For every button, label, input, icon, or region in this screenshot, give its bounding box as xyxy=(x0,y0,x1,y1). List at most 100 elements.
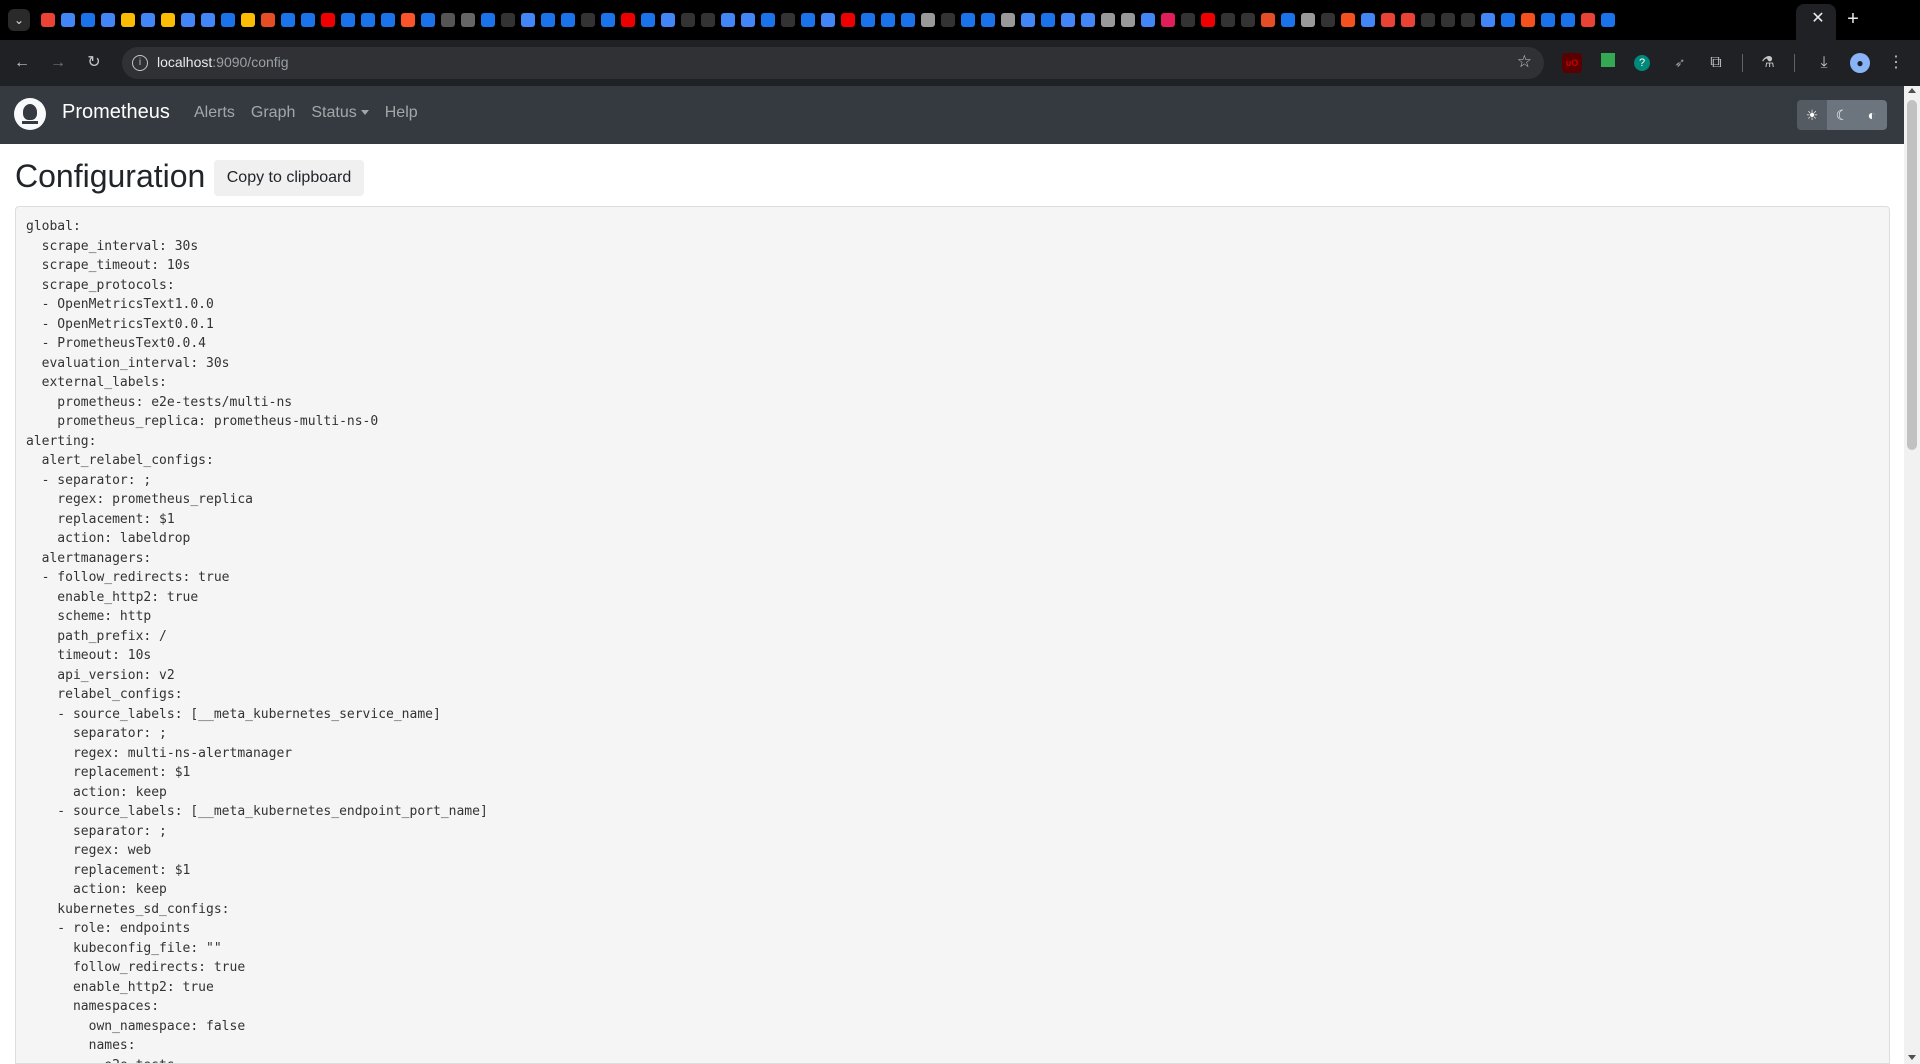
tab-favicon-icon[interactable] xyxy=(1541,13,1555,27)
scrollbar-thumb[interactable] xyxy=(1907,100,1917,450)
scroll-up-arrow-icon[interactable] xyxy=(1908,88,1916,93)
downloads-icon[interactable]: ⤓ xyxy=(1814,53,1834,73)
tab-favicon-icon[interactable] xyxy=(1101,13,1115,27)
tab-favicon-icon[interactable] xyxy=(981,13,995,27)
tab-favicon-icon[interactable] xyxy=(1221,13,1235,27)
tab-favicon-icon[interactable] xyxy=(121,13,135,27)
ublock-extension-icon[interactable]: uO xyxy=(1562,53,1582,73)
auto-theme-contrast-icon[interactable]: ◐ xyxy=(1857,100,1887,130)
tab-favicon-icon[interactable] xyxy=(921,13,935,27)
tab-favicon-icon[interactable] xyxy=(381,13,395,27)
brand-title[interactable]: Prometheus xyxy=(62,101,170,124)
close-tab-icon[interactable]: ✕ xyxy=(1808,9,1828,29)
profile-avatar-icon[interactable]: ● xyxy=(1850,53,1870,73)
light-theme-sun-icon[interactable]: ☀ xyxy=(1797,100,1827,130)
tab-favicon-icon[interactable] xyxy=(1441,13,1455,27)
tab-favicon-icon[interactable] xyxy=(1021,13,1035,27)
tab-favicon-icon[interactable] xyxy=(101,13,115,27)
bookmark-star-icon[interactable]: ☆ xyxy=(1517,52,1532,72)
tab-favicon-icon[interactable] xyxy=(1121,13,1135,27)
tab-favicon-icon[interactable] xyxy=(581,13,595,27)
url-text[interactable]: localhost:9090/config xyxy=(157,54,289,70)
tab-favicon-icon[interactable] xyxy=(761,13,775,27)
tab-favicon-icon[interactable] xyxy=(621,13,635,27)
tab-favicon-icon[interactable] xyxy=(1241,13,1255,27)
tab-favicon-icon[interactable] xyxy=(1581,13,1595,27)
tab-favicon-icon[interactable] xyxy=(1081,13,1095,27)
tab-favicon-icon[interactable] xyxy=(1281,13,1295,27)
sheets-extension-icon[interactable] xyxy=(1598,53,1618,73)
tab-favicon-icon[interactable] xyxy=(561,13,575,27)
tab-favicon-icon[interactable] xyxy=(1481,13,1495,27)
tab-favicon-icon[interactable] xyxy=(941,13,955,27)
tab-favicon-icon[interactable] xyxy=(1421,13,1435,27)
tab-favicon-icon[interactable] xyxy=(301,13,315,27)
address-bar[interactable]: i localhost:9090/config ☆ xyxy=(122,47,1544,79)
extensions-puzzle-icon[interactable]: ⧉ xyxy=(1706,53,1726,73)
tab-favicon-icon[interactable] xyxy=(481,13,495,27)
tab-favicon-icon[interactable] xyxy=(1141,13,1155,27)
new-tab-button[interactable]: + xyxy=(1842,8,1864,30)
tab-favicon-icon[interactable] xyxy=(1041,13,1055,27)
nav-alerts[interactable]: Alerts xyxy=(194,104,235,122)
tab-favicon-icon[interactable] xyxy=(1521,13,1535,27)
bird-extension-icon[interactable]: ➶ xyxy=(1670,53,1690,73)
nav-status-dropdown[interactable]: Status xyxy=(311,104,369,122)
tab-search-icon[interactable]: ⌄ xyxy=(8,9,30,31)
tab-favicon-icon[interactable] xyxy=(41,13,55,27)
tab-favicon-icon[interactable] xyxy=(501,13,515,27)
tab-favicon-icon[interactable] xyxy=(841,13,855,27)
tab-favicon-icon[interactable] xyxy=(261,13,275,27)
tab-favicon-icon[interactable] xyxy=(1361,13,1375,27)
tab-favicon-icon[interactable] xyxy=(201,13,215,27)
page-scrollbar[interactable] xyxy=(1904,86,1920,1064)
tab-favicon-icon[interactable] xyxy=(1201,13,1215,27)
tab-favicon-icon[interactable] xyxy=(661,13,675,27)
tab-favicon-icon[interactable] xyxy=(361,13,375,27)
tab-favicon-icon[interactable] xyxy=(601,13,615,27)
tab-favicon-icon[interactable] xyxy=(1401,13,1415,27)
tab-favicon-icon[interactable] xyxy=(341,13,355,27)
tab-favicon-icon[interactable] xyxy=(81,13,95,27)
tab-favicon-icon[interactable] xyxy=(701,13,715,27)
tab-favicon-icon[interactable] xyxy=(401,13,415,27)
tab-favicon-icon[interactable] xyxy=(241,13,255,27)
tab-favicon-icon[interactable] xyxy=(1461,13,1475,27)
browser-menu-icon[interactable]: ⋮ xyxy=(1886,53,1906,73)
tab-favicon-icon[interactable] xyxy=(1561,13,1575,27)
tab-favicon-icon[interactable] xyxy=(821,13,835,27)
copy-to-clipboard-button[interactable]: Copy to clipboard xyxy=(214,160,364,196)
tab-favicon-icon[interactable] xyxy=(221,13,235,27)
tab-favicon-icon[interactable] xyxy=(1501,13,1515,27)
config-yaml-block[interactable]: global: scrape_interval: 30s scrape_time… xyxy=(15,206,1890,1064)
site-info-icon[interactable]: i xyxy=(132,55,148,71)
tab-favicon-icon[interactable] xyxy=(1261,13,1275,27)
scroll-down-arrow-icon[interactable] xyxy=(1908,1055,1916,1060)
tab-favicon-icon[interactable] xyxy=(901,13,915,27)
tab-favicon-icon[interactable] xyxy=(1181,13,1195,27)
nav-graph[interactable]: Graph xyxy=(251,104,295,122)
tab-favicon-icon[interactable] xyxy=(1601,13,1615,27)
help-extension-icon[interactable]: ? xyxy=(1634,55,1650,71)
tab-favicon-icon[interactable] xyxy=(61,13,75,27)
tab-favicon-icon[interactable] xyxy=(1321,13,1335,27)
forward-icon[interactable]: → xyxy=(46,51,70,75)
tab-favicon-icon[interactable] xyxy=(641,13,655,27)
tab-favicon-icon[interactable] xyxy=(881,13,895,27)
tab-favicon-icon[interactable] xyxy=(461,13,475,27)
tab-favicon-icon[interactable] xyxy=(141,13,155,27)
tab-favicon-icon[interactable] xyxy=(1381,13,1395,27)
tab-favicon-icon[interactable] xyxy=(421,13,435,27)
tab-favicon-icon[interactable] xyxy=(681,13,695,27)
tab-favicon-icon[interactable] xyxy=(781,13,795,27)
tab-favicon-icon[interactable] xyxy=(1301,13,1315,27)
back-icon[interactable]: ← xyxy=(10,51,34,75)
tab-favicon-icon[interactable] xyxy=(721,13,735,27)
tab-favicon-icon[interactable] xyxy=(1161,13,1175,27)
tab-favicon-icon[interactable] xyxy=(961,13,975,27)
tab-favicon-icon[interactable] xyxy=(321,13,335,27)
reload-icon[interactable]: ↻ xyxy=(82,51,106,75)
tab-favicon-icon[interactable] xyxy=(801,13,815,27)
dark-theme-moon-icon[interactable]: ☾ xyxy=(1827,100,1857,130)
tab-favicon-icon[interactable] xyxy=(181,13,195,27)
